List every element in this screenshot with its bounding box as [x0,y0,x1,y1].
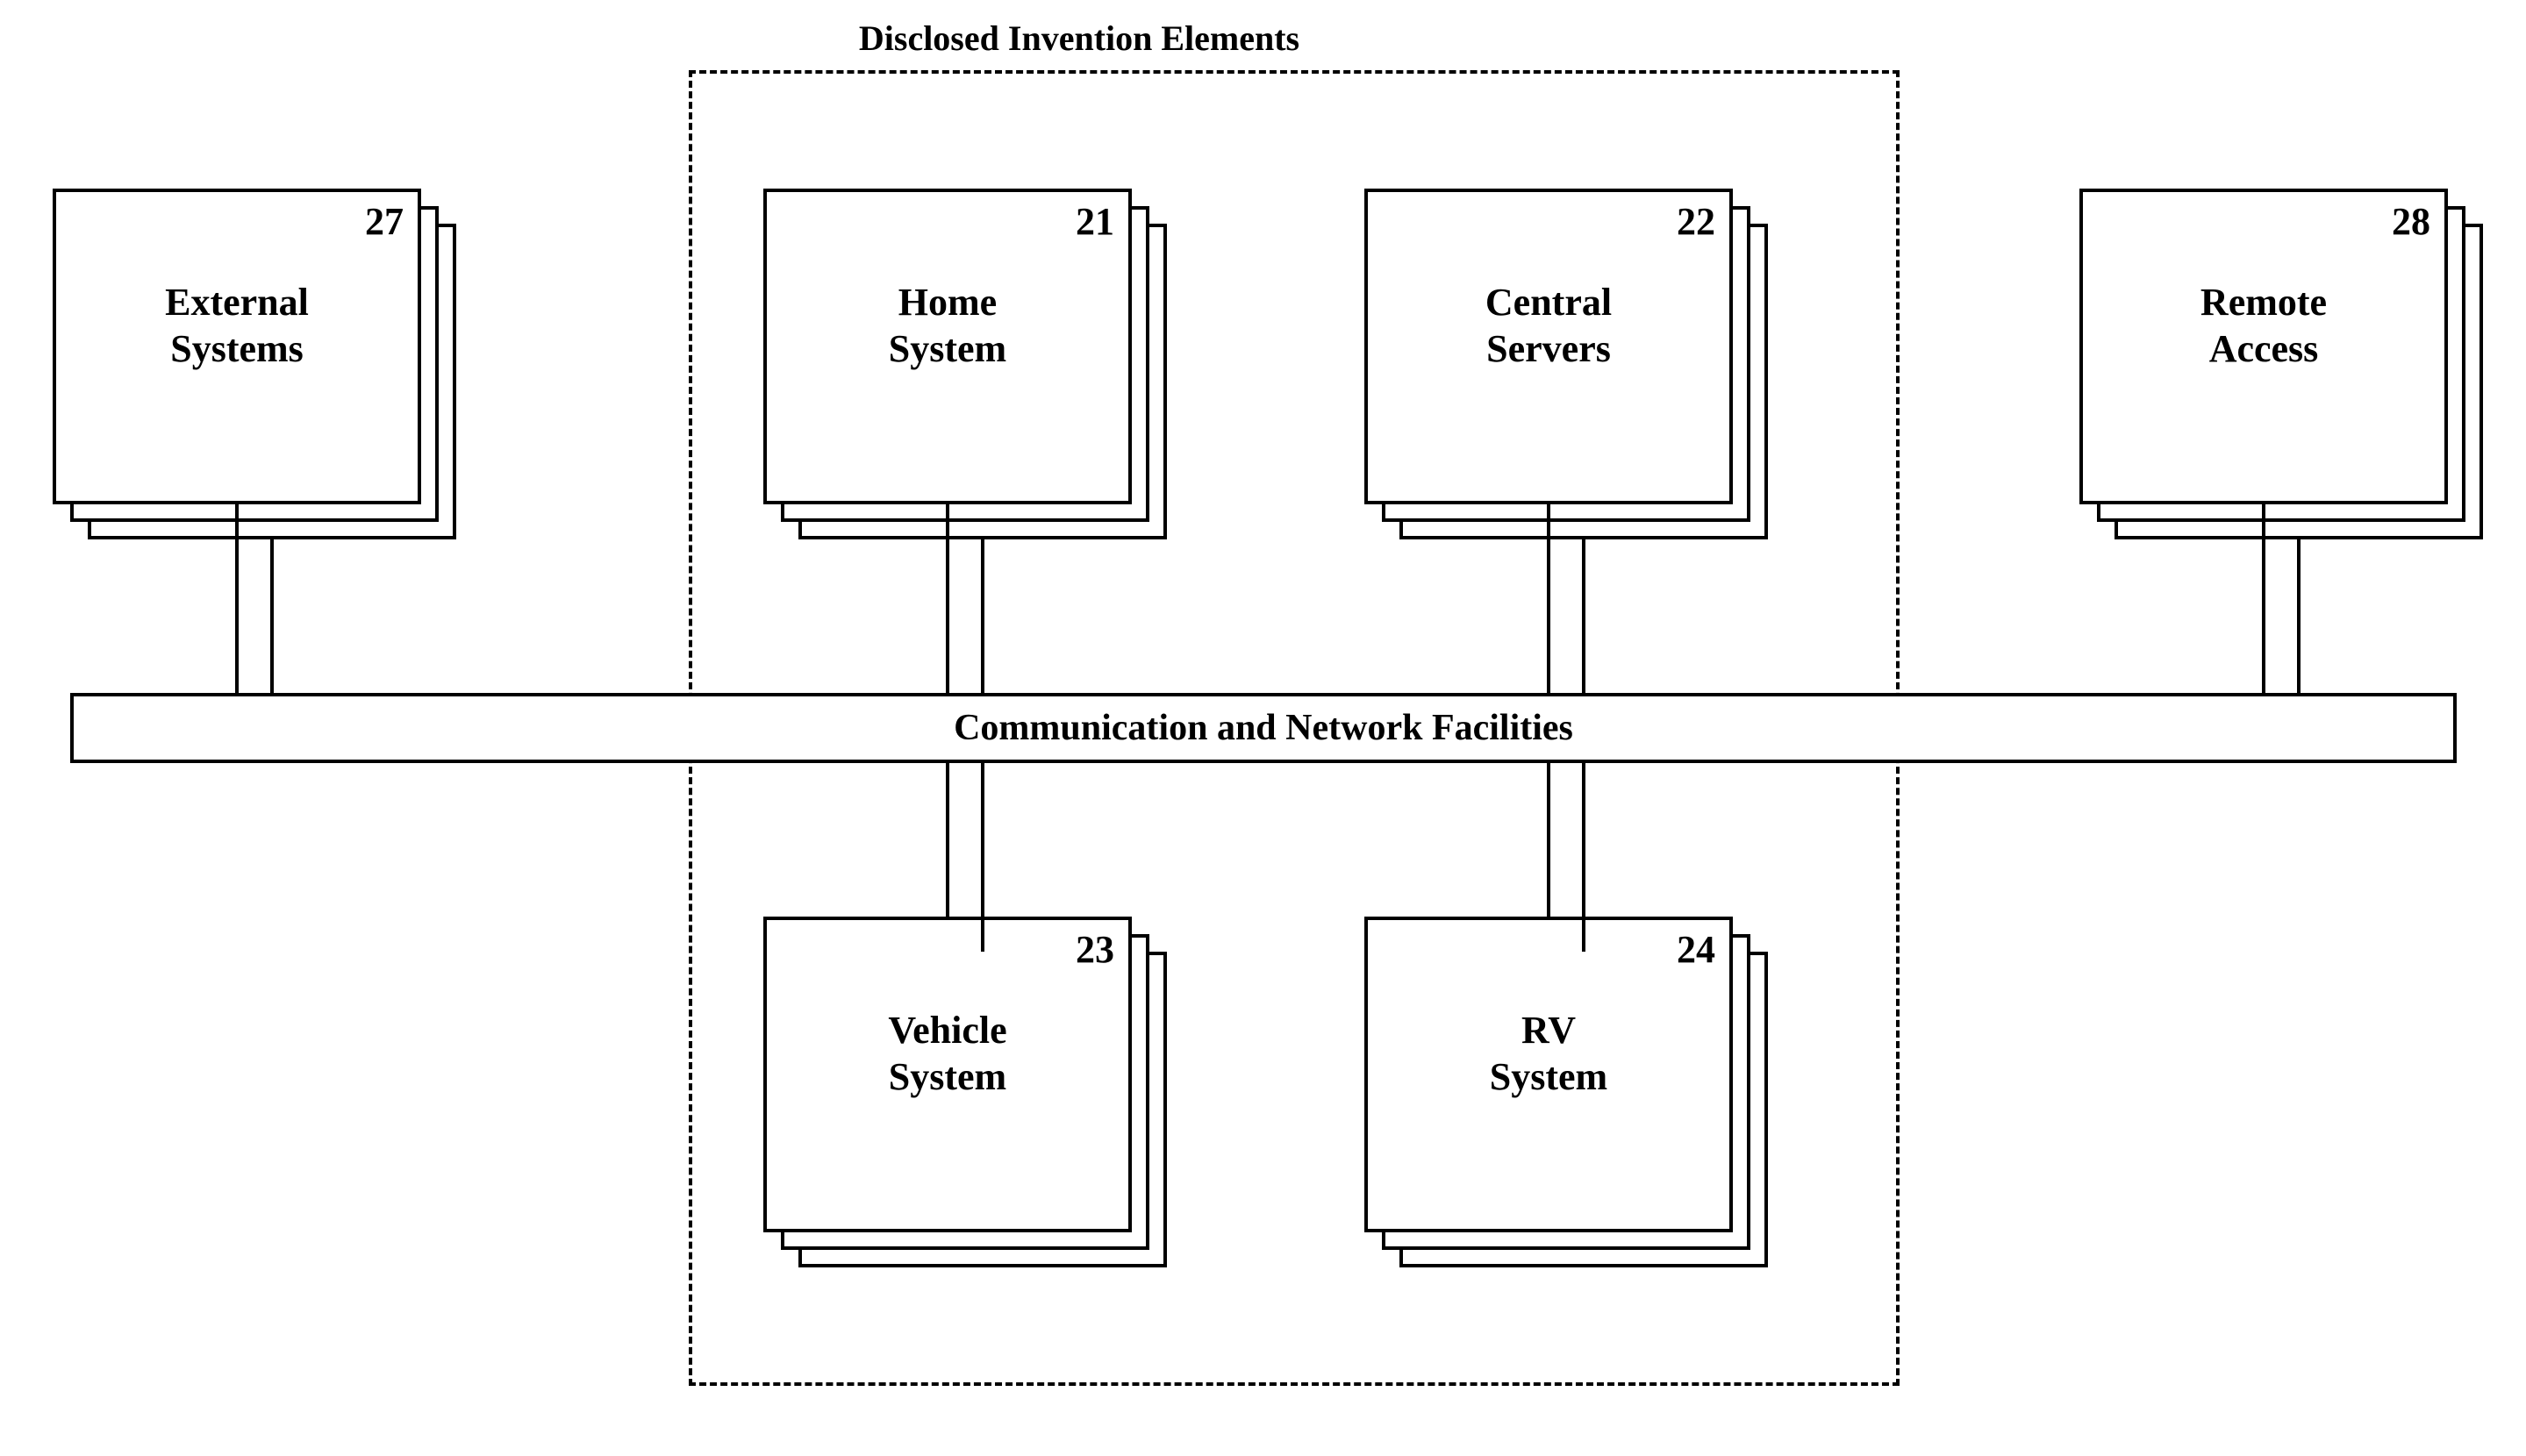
card-label-line2: Servers [1486,327,1611,370]
card-number: 21 [1076,199,1114,244]
card-front: 24 RV System [1364,917,1733,1232]
card-label-line2: System [1490,1055,1607,1098]
card-label-line2: System [889,1055,1006,1098]
card-number: 24 [1677,927,1715,972]
card-number: 22 [1677,199,1715,244]
card-label-line1: Central [1485,281,1612,324]
card-label: RV System [1368,1008,1729,1101]
card-label: External Systems [56,280,418,373]
connector-line [946,763,949,917]
card-label: Remote Access [2083,280,2444,373]
communication-bus: Communication and Network Facilities [70,693,2457,763]
card-label-line1: Remote [2200,281,2327,324]
connector-line [1547,763,1550,917]
card-label: Central Servers [1368,280,1729,373]
box-rv-system: 24 RV System [1364,917,1768,1267]
connector-line [946,504,949,693]
card-label-line2: Access [2209,327,2319,370]
card-front: 21 Home System [763,189,1132,504]
bus-label: Communication and Network Facilities [954,707,1573,749]
card-number: 23 [1076,927,1114,972]
card-label: Home System [767,280,1128,373]
card-number: 28 [2392,199,2430,244]
box-remote-access: 28 Remote Access [2079,189,2483,539]
connector-line [2297,539,2301,693]
connector-line [235,504,239,693]
card-label-line2: Systems [170,327,304,370]
connector-line [981,539,984,693]
connector-line [270,539,274,693]
box-external-systems: 27 External Systems [53,189,456,539]
card-label-line1: Vehicle [888,1009,1006,1052]
connector-line [1582,539,1585,693]
connector-line [1582,763,1585,952]
card-label-line2: System [889,327,1006,370]
box-vehicle-system: 23 Vehicle System [763,917,1167,1267]
card-front: 27 External Systems [53,189,421,504]
box-central-servers: 22 Central Servers [1364,189,1768,539]
card-front: 23 Vehicle System [763,917,1132,1232]
connector-line [1547,504,1550,693]
card-front: 28 Remote Access [2079,189,2448,504]
connector-line [2262,504,2265,693]
card-label-line1: RV [1521,1009,1576,1052]
box-home-system: 21 Home System [763,189,1167,539]
card-label-line1: Home [898,281,997,324]
diagram-title: Disclosed Invention Elements [684,18,1474,59]
card-label: Vehicle System [767,1008,1128,1101]
card-label-line1: External [165,281,309,324]
connector-line [981,763,984,952]
card-number: 27 [365,199,404,244]
card-front: 22 Central Servers [1364,189,1733,504]
